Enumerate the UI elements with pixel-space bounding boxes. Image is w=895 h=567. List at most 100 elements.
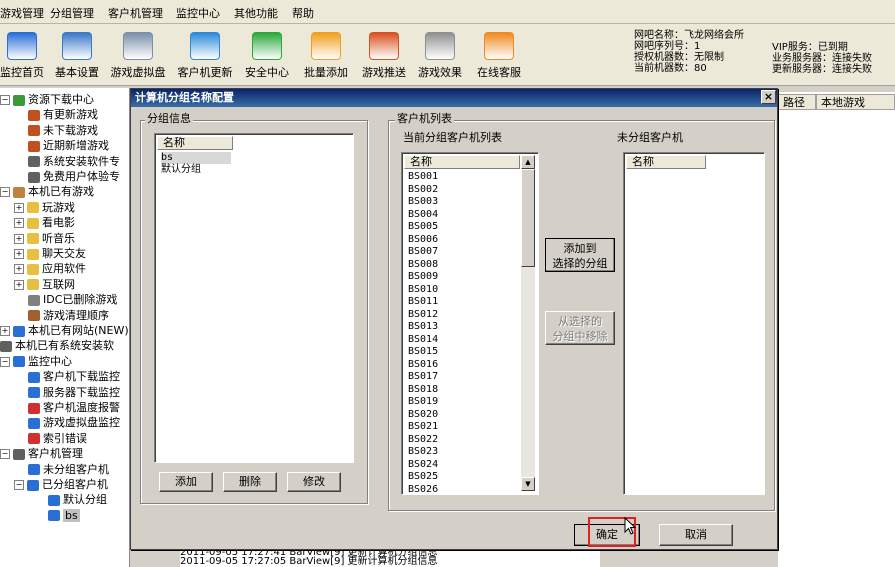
list-item[interactable]: BS008	[408, 259, 438, 271]
tree-node[interactable]: 客户机温度报警	[28, 400, 120, 415]
menu-item[interactable]: 游戏管理	[0, 5, 44, 21]
tree-node[interactable]: 游戏虚拟盘监控	[28, 415, 120, 430]
tree-node[interactable]: + 应用软件	[14, 261, 86, 276]
list-item[interactable]: BS023	[408, 446, 438, 458]
group-name-header[interactable]: 名称	[157, 136, 233, 150]
list-item[interactable]: BS015	[408, 346, 438, 358]
collapse-icon[interactable]: −	[0, 187, 10, 198]
toolbar-button[interactable]: 游戏虚拟盘	[108, 24, 168, 84]
modify-group-button[interactable]: 修改	[287, 472, 341, 492]
collapse-icon[interactable]: −	[0, 449, 10, 460]
tree-node[interactable]: 索引错误	[28, 431, 87, 446]
menu-item[interactable]: 分组管理	[50, 5, 94, 21]
menu-item[interactable]: 客户机管理	[108, 5, 163, 21]
path-column-header[interactable]: 路径	[778, 94, 816, 110]
tree-node[interactable]: 免费用户体验专	[28, 169, 120, 184]
collapse-icon[interactable]: −	[0, 356, 10, 367]
tree-node[interactable]: 系统安装软件专	[28, 154, 120, 169]
expand-icon[interactable]: +	[14, 218, 24, 229]
list-item[interactable]: BS016	[408, 359, 438, 371]
tree-node[interactable]: bs	[48, 508, 80, 523]
current-group-client-list[interactable]: 名称 BS001 BS002 BS003 BS004 BS005 BS006 BS007 BS…	[401, 152, 539, 495]
list-item[interactable]: BS019	[408, 396, 438, 408]
list-item[interactable]: BS018	[408, 384, 438, 396]
expand-icon[interactable]: +	[14, 279, 24, 290]
tree-node[interactable]: + 本机已有网站(NEW)	[0, 323, 129, 338]
toolbar-button[interactable]: 监控首页	[0, 24, 44, 84]
tree-node[interactable]: 默认分组	[48, 492, 107, 507]
toolbar-button[interactable]: 在线客服	[472, 24, 526, 84]
toolbar-button[interactable]: 基本设置	[52, 24, 102, 84]
list-item[interactable]: BS004	[408, 209, 438, 221]
scroll-up-icon[interactable]: ▲	[521, 155, 535, 169]
tree-node[interactable]: 客户机下载监控	[28, 369, 120, 384]
tree-node[interactable]: 未下载游戏	[28, 123, 98, 138]
list-item[interactable]: BS022	[408, 434, 438, 446]
scroll-down-icon[interactable]: ▼	[521, 477, 535, 491]
scrollbar[interactable]: ▲ ▼	[521, 155, 535, 491]
local-game-column-header[interactable]: 本地游戏	[816, 94, 895, 110]
list-item[interactable]: BS009	[408, 271, 438, 283]
tree-node[interactable]: 服务器下载监控	[28, 385, 120, 400]
list-item[interactable]: BS010	[408, 284, 438, 296]
tree-node[interactable]: − 资源下载中心	[0, 92, 94, 107]
tree-node[interactable]: − 已分组客户机	[14, 477, 108, 492]
list-item[interactable]: BS002	[408, 184, 438, 196]
menu-item[interactable]: 监控中心	[176, 5, 220, 21]
list-item[interactable]: BS007	[408, 246, 438, 258]
ungrouped-client-list[interactable]: 名称	[623, 152, 765, 495]
tree-node[interactable]: − 客户机管理	[0, 446, 83, 461]
tree-node[interactable]: 游戏清理顺序	[28, 308, 109, 323]
tree-node[interactable]: 有更新游戏	[28, 107, 98, 122]
remove-from-group-button[interactable]: 从选择的 分组中移除	[545, 311, 615, 345]
expand-icon[interactable]: +	[14, 233, 24, 244]
collapse-icon[interactable]: −	[14, 480, 24, 490]
delete-group-button[interactable]: 删除	[223, 472, 277, 492]
tree-node[interactable]: + 互联网	[14, 277, 75, 292]
list-item[interactable]: BS005	[408, 221, 438, 233]
tree-node[interactable]: − 监控中心	[0, 354, 72, 369]
tree-node[interactable]: + 看电影	[14, 215, 75, 230]
tree-node[interactable]: − 本机已有游戏	[0, 184, 94, 199]
add-group-button[interactable]: 添加	[159, 472, 213, 492]
tree-node[interactable]: 本机已有系统安装软	[0, 338, 114, 353]
toolbar-button[interactable]: 安全中心	[242, 24, 292, 84]
tree-node[interactable]: IDC已删除游戏	[28, 292, 117, 307]
scroll-thumb[interactable]	[521, 169, 535, 267]
list-item[interactable]: BS012	[408, 309, 438, 321]
list-item[interactable]: BS017	[408, 371, 438, 383]
expand-icon[interactable]: +	[14, 264, 24, 275]
list-item[interactable]: BS024	[408, 459, 438, 471]
tree-node[interactable]: + 聊天交友	[14, 246, 86, 261]
toolbar-button[interactable]: 游戏推送	[358, 24, 410, 84]
client-name-header[interactable]: 名称	[404, 155, 520, 169]
tree-node[interactable]: 未分组客户机	[28, 462, 109, 477]
list-item[interactable]: 默认分组	[161, 164, 201, 176]
list-item[interactable]: BS011	[408, 296, 438, 308]
expand-icon[interactable]: +	[14, 249, 24, 259]
close-button[interactable]: ×	[761, 90, 776, 104]
list-item[interactable]: BS003	[408, 196, 438, 208]
group-listbox[interactable]: 名称 bs 默认分组	[154, 133, 354, 463]
toolbar-button[interactable]: 游戏效果	[414, 24, 466, 84]
ungrouped-name-header[interactable]: 名称	[626, 155, 706, 169]
toolbar-button[interactable]: 批量添加	[300, 24, 352, 84]
tree-node[interactable]: + 玩游戏	[14, 200, 75, 215]
list-item[interactable]: BS020	[408, 409, 438, 421]
list-item[interactable]: BS021	[408, 421, 438, 433]
list-item[interactable]: BS025	[408, 471, 438, 483]
toolbar-button[interactable]: 客户机更新	[174, 24, 236, 84]
tree-node[interactable]: + 听音乐	[14, 231, 75, 246]
collapse-icon[interactable]: −	[0, 95, 10, 105]
list-item[interactable]: BS014	[408, 334, 438, 346]
list-item[interactable]: BS001	[408, 171, 438, 183]
list-item[interactable]: BS026	[408, 484, 438, 495]
expand-icon[interactable]: +	[0, 326, 10, 336]
list-item[interactable]: bs	[161, 152, 231, 164]
tree-node[interactable]: 近期新增游戏	[28, 138, 109, 153]
add-to-group-button[interactable]: 添加到 选择的分组	[545, 238, 615, 272]
cancel-button[interactable]: 取消	[659, 524, 733, 546]
list-item[interactable]: BS013	[408, 321, 438, 333]
menu-item[interactable]: 帮助	[292, 5, 314, 21]
list-item[interactable]: BS006	[408, 234, 438, 246]
